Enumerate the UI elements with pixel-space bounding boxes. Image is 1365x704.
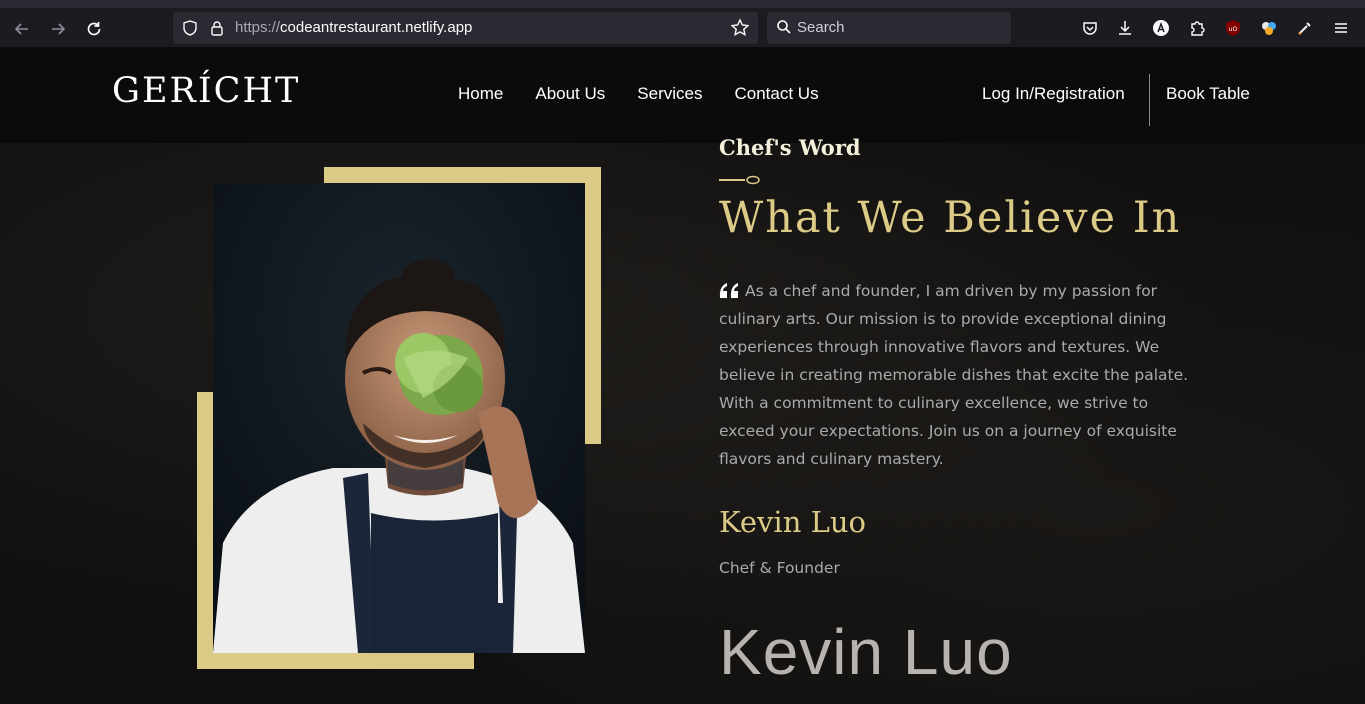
main-menu: Home About Us Services Contact Us	[458, 84, 819, 104]
page-content: GERÍCHT Home About Us Services Contact U…	[0, 47, 1365, 704]
spoon-divider-icon	[719, 175, 760, 185]
nav-about-us[interactable]: About Us	[535, 84, 605, 104]
eyedropper-icon	[1298, 22, 1311, 35]
arrow-right-icon	[52, 23, 66, 35]
chef-quote: As a chef and founder, I am driven by my…	[719, 282, 1189, 468]
forward-button[interactable]	[46, 17, 70, 41]
nav-divider	[1149, 74, 1150, 126]
nav-services[interactable]: Services	[637, 84, 702, 104]
ublock-button[interactable]: uO	[1223, 18, 1243, 38]
hamburger-icon	[1335, 23, 1347, 33]
section-subtitle: Chef's Word	[719, 135, 861, 160]
nav-home[interactable]: Home	[458, 84, 503, 104]
frame-accent	[197, 392, 213, 669]
url-protocol: https://	[235, 19, 281, 36]
chef-role: Chef & Founder	[719, 559, 840, 577]
search-icon	[777, 20, 791, 34]
lock-icon[interactable]	[208, 19, 226, 37]
extension-colors-button[interactable]	[1259, 18, 1279, 38]
svg-text:uO: uO	[1229, 26, 1238, 33]
frame-accent	[197, 653, 474, 669]
book-table-link[interactable]: Book Table	[1166, 84, 1250, 104]
back-button[interactable]	[10, 17, 34, 41]
arrow-left-icon	[14, 23, 28, 35]
bookmark-star-icon[interactable]	[730, 18, 750, 38]
reload-button[interactable]	[82, 17, 106, 41]
puzzle-icon	[1191, 21, 1205, 36]
site-navbar: GERÍCHT Home About Us Services Contact U…	[0, 47, 1365, 143]
account-button[interactable]	[1151, 18, 1171, 38]
pocket-button[interactable]	[1080, 18, 1100, 38]
color-picker-button[interactable]	[1295, 18, 1315, 38]
chef-photo	[213, 183, 585, 653]
nav-contact-us[interactable]: Contact Us	[734, 84, 818, 104]
browser-toolbar: https://codeantrestaurant.netlify.app Se…	[0, 0, 1365, 47]
reload-icon	[87, 22, 101, 36]
color-dots-icon	[1262, 22, 1276, 35]
ublock-shield-icon: uO	[1226, 20, 1240, 36]
account-avatar-icon	[1153, 20, 1169, 36]
chef-signature: Kevin Luo	[719, 616, 1013, 688]
search-bar[interactable]: Search	[767, 12, 1011, 44]
url-host: codeantrestaurant.netlify.app	[280, 19, 473, 36]
login-link[interactable]: Log In/Registration	[982, 84, 1125, 104]
site-logo[interactable]: GERÍCHT	[112, 71, 300, 111]
shield-icon[interactable]	[181, 19, 199, 37]
search-placeholder: Search	[797, 19, 845, 36]
extensions-button[interactable]	[1187, 18, 1207, 38]
download-icon	[1119, 21, 1131, 35]
menu-button[interactable]	[1331, 18, 1351, 38]
address-bar[interactable]: https://codeantrestaurant.netlify.app	[173, 12, 758, 44]
frame-accent	[585, 167, 601, 444]
frame-accent	[324, 167, 601, 183]
url-text[interactable]: https://codeantrestaurant.netlify.app	[235, 19, 472, 36]
pocket-icon	[1083, 22, 1097, 35]
chef-name: Kevin Luo	[719, 505, 866, 539]
downloads-button[interactable]	[1115, 18, 1135, 38]
section-headline: What We Believe In	[719, 193, 1182, 243]
